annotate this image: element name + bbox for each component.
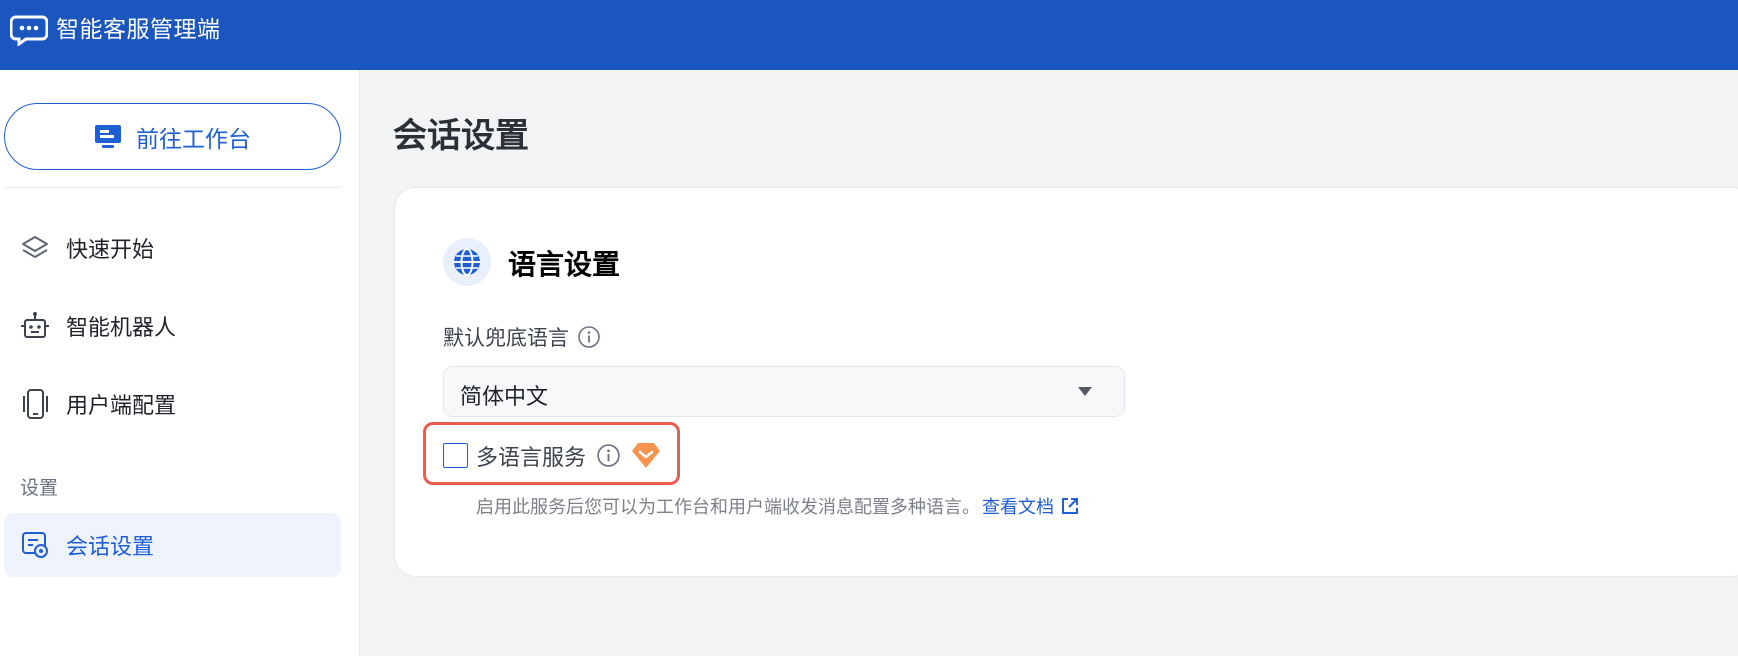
language-settings-heading: 语言设置 — [508, 248, 621, 281]
sidebar-item-label: 会话设置 — [66, 535, 155, 560]
chat-bubble-icon — [10, 15, 48, 46]
go-to-workbench-button[interactable]: 前往工作台 — [4, 103, 341, 170]
robot-icon — [20, 311, 50, 341]
view-docs-link-label: 查看文档 — [982, 497, 1054, 518]
top-bar: 智能客服管理端 — [0, 0, 1738, 70]
default-language-value: 简体中文 — [460, 385, 549, 410]
monitor-icon — [95, 124, 121, 148]
page-title: 会话设置 — [393, 116, 529, 156]
default-language-label: 默认兜底语言 — [443, 322, 601, 352]
workbench-button-label: 前往工作台 — [136, 126, 251, 153]
layers-icon — [20, 233, 50, 263]
sidebar-item-client-config[interactable]: 用户端配置 — [4, 372, 341, 436]
multi-language-label: 多语言服务 — [476, 446, 587, 471]
default-language-label-text: 默认兜底语言 — [443, 326, 569, 350]
sidebar-item-label: 智能机器人 — [66, 316, 177, 341]
sidebar-section-title: 设置 — [20, 477, 59, 499]
external-link-icon — [1062, 498, 1078, 514]
info-icon[interactable] — [577, 325, 601, 349]
default-language-select[interactable]: 简体中文 — [443, 366, 1125, 417]
phone-icon — [20, 389, 50, 419]
sidebar-item-label: 用户端配置 — [66, 394, 177, 419]
globe-icon — [443, 238, 491, 286]
sidebar-item-smart-robot[interactable]: 智能机器人 — [4, 294, 341, 358]
sidebar-item-label: 快速开始 — [66, 238, 155, 263]
sidebar: 前往工作台 快速开始 智能机器人 用户端配置 设置 会话设置 — [0, 70, 360, 656]
app-title: 智能客服管理端 — [56, 17, 221, 43]
sidebar-divider — [4, 187, 341, 188]
multi-language-checkbox[interactable] — [443, 443, 468, 468]
multi-language-description: 启用此服务后您可以为工作台和用户端收发消息配置多种语言。 查看文档 — [476, 493, 1080, 519]
premium-gem-icon — [632, 443, 660, 468]
info-icon[interactable] — [596, 443, 621, 468]
description-text: 启用此服务后您可以为工作台和用户端收发消息配置多种语言。 — [476, 497, 980, 518]
chat-settings-icon — [20, 530, 50, 560]
chevron-down-icon — [1078, 387, 1092, 396]
sidebar-item-quick-start[interactable]: 快速开始 — [4, 216, 341, 280]
view-docs-link[interactable]: 查看文档 — [982, 493, 1080, 519]
sidebar-item-chat-settings[interactable]: 会话设置 — [4, 513, 341, 577]
